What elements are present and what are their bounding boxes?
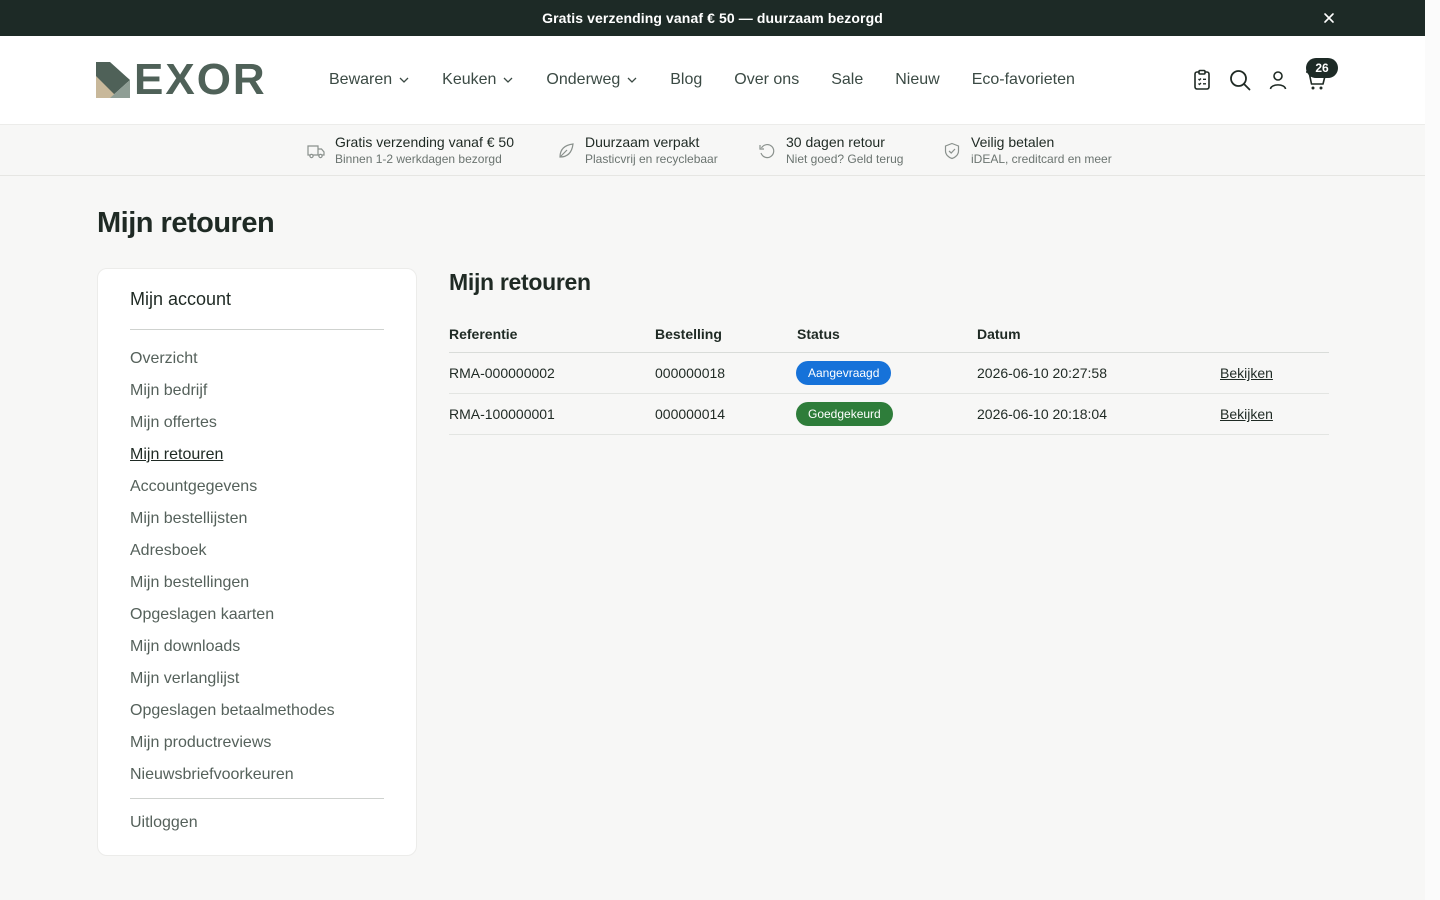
usp-title: Duurzaam verpakt [585, 134, 700, 150]
cart-count-badge: 26 [1306, 58, 1338, 78]
usp-item: 30 dagen retour Niet goed? Geld terug [758, 133, 903, 167]
column-header-date: Datum [977, 326, 1021, 342]
sidebar-item-overzicht[interactable]: Overzicht [130, 348, 335, 380]
order-cell: 000000018 [655, 365, 726, 381]
view-return-link[interactable]: Bekijken [1220, 406, 1273, 422]
reference-cell: RMA-100000001 [449, 406, 555, 422]
sidebar-item-mijn-bedrijf[interactable]: Mijn bedrijf [130, 380, 335, 412]
nav-item-eco-favorieten[interactable]: Eco-favorieten [972, 70, 1075, 90]
nav-item-label: Over ons [734, 71, 800, 88]
sidebar-item-adresboek[interactable]: Adresboek [130, 540, 335, 572]
announcement-text: Gratis verzending vanaf € 50 — duurzaam … [542, 10, 883, 26]
column-header-order: Bestelling [655, 326, 722, 342]
sidebar-item-mijn-bestellingen[interactable]: Mijn bestellingen [130, 572, 335, 604]
usp-item: Duurzaam verpakt Plasticvrij en recycleb… [557, 133, 718, 167]
nav-item-over-ons[interactable]: Over ons [734, 70, 799, 90]
usp-bar: Gratis verzending vanaf € 50 Binnen 1-2 … [0, 125, 1425, 176]
sidebar-item-opgeslagen-kaarten[interactable]: Opgeslagen kaarten [130, 604, 335, 636]
column-header-status: Status [797, 326, 840, 342]
sidebar-item-nieuwsbriefvoorkeuren[interactable]: Nieuwsbriefvoorkeuren [130, 764, 335, 796]
chevron-down-icon [399, 77, 409, 83]
order-cell: 000000014 [655, 406, 726, 422]
page-title: Mijn retouren [97, 207, 275, 239]
status-badge: Aangevraagd [796, 361, 892, 385]
usp-item: Veilig betalen iDEAL, creditcard en meer [943, 133, 1112, 167]
nav-item-blog[interactable]: Blog [670, 70, 702, 90]
sidebar-title: Mijn account [130, 289, 232, 309]
sidebar-item-opgeslagen-betaalmethodes[interactable]: Opgeslagen betaalmethodes [130, 700, 335, 732]
nav-item-label: Onderweg [546, 71, 621, 88]
chevron-down-icon [627, 77, 637, 83]
sidebar-item-mijn-offertes[interactable]: Mijn offertes [130, 412, 335, 444]
clipboard-icon[interactable] [1190, 68, 1214, 92]
announcement-bar: Gratis verzending vanaf € 50 — duurzaam … [0, 0, 1425, 36]
column-header-reference: Referentie [449, 326, 518, 342]
sidebar-item-mijn-bestellijsten[interactable]: Mijn bestellijsten [130, 508, 335, 540]
logo[interactable]: EXOR [96, 55, 267, 104]
divider [130, 798, 384, 799]
usp-item: Gratis verzending vanaf € 50 Binnen 1-2 … [307, 133, 514, 167]
view-return-link[interactable]: Bekijken [1220, 365, 1273, 381]
nav-item-bewaren[interactable]: Bewaren [329, 70, 410, 90]
sidebar-nav: Overzicht Mijn bedrijf Mijn offertes Mij… [130, 348, 335, 796]
chevron-down-icon [503, 77, 513, 83]
logout-link[interactable]: Uitloggen [130, 814, 198, 832]
logo-mark-icon [96, 62, 130, 98]
nav-item-label: Nieuw [895, 71, 940, 88]
search-icon[interactable] [1228, 68, 1252, 92]
sidebar-item-mijn-productreviews[interactable]: Mijn productreviews [130, 732, 335, 764]
user-icon[interactable] [1266, 68, 1290, 92]
sidebar-item-accountgegevens[interactable]: Accountgegevens [130, 476, 335, 508]
sidebar-item-mijn-verlanglijst[interactable]: Mijn verlanglijst [130, 668, 335, 700]
close-icon[interactable] [1321, 10, 1337, 26]
nav-item-label: Bewaren [329, 71, 393, 88]
returns-table: Referentie Bestelling Status Datum RMA-0… [449, 318, 1329, 435]
nav-item-label: Blog [670, 71, 703, 88]
nav-item-label: Sale [831, 71, 864, 88]
usp-title: Gratis verzending vanaf € 50 [335, 134, 514, 150]
reference-cell: RMA-000000002 [449, 365, 555, 381]
scrollbar-track[interactable] [1425, 0, 1440, 900]
leaf-icon [559, 143, 574, 158]
table-row: RMA-000000002 000000018 Aangevraagd 2026… [449, 353, 1329, 394]
table-header: Referentie Bestelling Status Datum [449, 318, 1329, 353]
nav-item-sale[interactable]: Sale [831, 70, 863, 90]
date-cell: 2026-06-10 20:18:04 [977, 406, 1107, 422]
divider [130, 329, 384, 330]
section-title: Mijn retouren [449, 269, 591, 295]
table-row: RMA-100000001 000000014 Goedgekeurd 2026… [449, 394, 1329, 435]
usp-subtitle: Niet goed? Geld terug [786, 152, 904, 166]
truck-icon [307, 145, 325, 159]
usp-subtitle: Plasticvrij en recyclebaar [585, 152, 718, 166]
usp-subtitle: Binnen 1-2 werkdagen bezorgd [335, 152, 502, 166]
usp-title: 30 dagen retour [786, 134, 885, 150]
site-header: EXOR Bewaren Keuken Onderweg Blog Over o… [0, 36, 1425, 125]
nav-item-nieuw[interactable]: Nieuw [895, 70, 939, 90]
shield-icon [944, 142, 960, 160]
main-nav: Bewaren Keuken Onderweg Blog Over ons Sa… [329, 70, 1107, 90]
date-cell: 2026-06-10 20:27:58 [977, 365, 1107, 381]
nav-item-label: Eco-favorieten [971, 71, 1075, 88]
nav-item-keuken[interactable]: Keuken [442, 70, 514, 90]
usp-title: Veilig betalen [971, 134, 1055, 150]
nav-item-onderweg[interactable]: Onderweg [546, 70, 638, 90]
logo-text: EXOR [134, 55, 267, 104]
status-badge: Goedgekeurd [796, 402, 893, 426]
return-icon [759, 144, 775, 159]
usp-subtitle: iDEAL, creditcard en meer [971, 152, 1112, 166]
sidebar-item-mijn-retouren[interactable]: Mijn retouren [130, 444, 335, 476]
account-sidebar: Mijn account Overzicht Mijn bedrijf Mijn… [97, 268, 417, 856]
sidebar-item-mijn-downloads[interactable]: Mijn downloads [130, 636, 335, 668]
nav-item-label: Keuken [442, 71, 497, 88]
